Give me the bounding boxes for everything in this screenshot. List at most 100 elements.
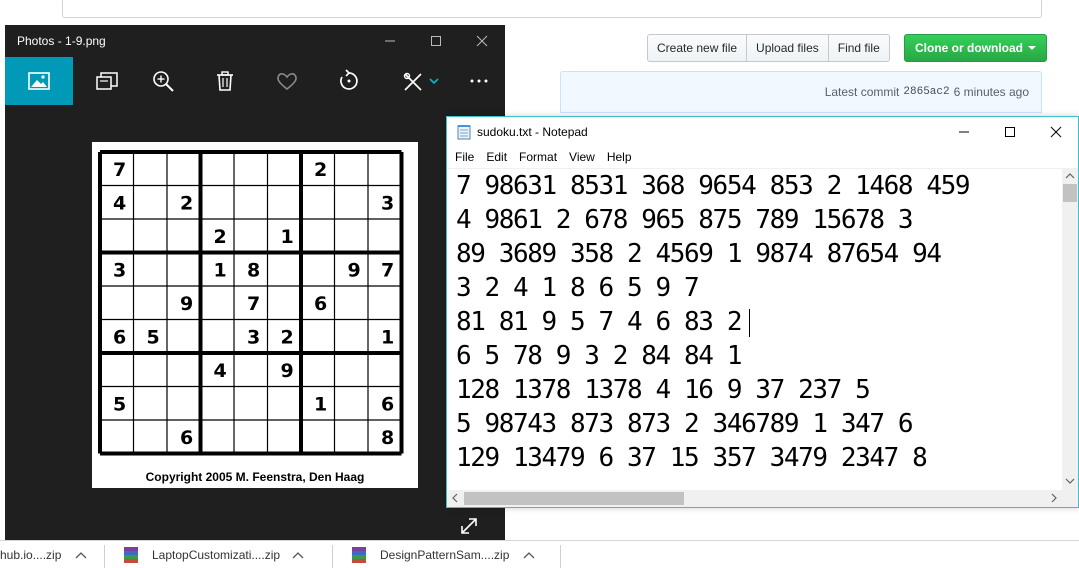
expand-icon [461,518,477,534]
download-separator [332,545,333,568]
text-line: 128 1378 1378 4 16 9 37 237 5 [456,375,871,405]
notepad-titlebar[interactable]: sudoku.txt - Notepad [447,117,1078,147]
notepad-close-button[interactable] [1033,117,1079,147]
notepad-minimize-button[interactable] [941,117,987,147]
sudoku-cell-value: 3 [381,193,394,215]
sudoku-cell-value: 8 [247,260,260,282]
chevron-up-icon[interactable] [292,551,304,559]
scroll-right-icon[interactable] [1047,490,1061,507]
caret-down-icon [1028,46,1036,50]
vertical-scrollbar[interactable] [1062,168,1078,490]
clone-download-button[interactable]: Clone or download [904,34,1047,62]
sudoku-cell-value: 6 [113,327,126,349]
zoom-button[interactable] [129,57,197,105]
scroll-left-icon[interactable] [448,490,462,507]
sudoku-cell-value: 7 [113,159,126,181]
sudoku-cell-value: 1 [214,260,227,282]
upload-files-button[interactable]: Upload files [746,34,829,62]
text-line: 6 5 78 9 3 2 84 84 1 [456,341,742,371]
sudoku-cell-value: 9 [180,293,193,315]
scroll-up-icon[interactable] [1062,169,1078,183]
sudoku-cell-value: 2 [180,193,193,215]
scrollbar-corner [1062,490,1078,507]
download-filename: DesignPatternSam....zip [380,548,510,562]
create-new-file-button[interactable]: Create new file [647,34,748,62]
notepad-window: sudoku.txt - Notepad File Edit Format Vi… [446,116,1079,508]
sudoku-cell-value: 2 [214,226,227,248]
favorite-button[interactable] [253,57,321,105]
rotate-button[interactable] [315,57,383,105]
commit-sha-link[interactable]: 2865ac2 [903,86,949,98]
fullscreen-button[interactable] [455,512,483,540]
delete-button[interactable] [191,57,259,105]
commit-time: 6 minutes ago [953,85,1029,99]
menu-file[interactable]: File [449,150,480,164]
photos-close-button[interactable] [459,25,505,57]
sudoku-cell-value: 6 [314,293,327,315]
chevron-up-icon[interactable] [523,551,535,559]
sudoku-cell-value: 1 [281,226,294,248]
menu-edit[interactable]: Edit [480,150,513,164]
text-line: 3 2 4 1 8 6 5 9 7 [456,273,700,303]
horizontal-scroll-thumb[interactable] [464,492,684,505]
maximize-icon [431,36,441,46]
sudoku-cell-value: 9 [281,360,294,382]
menu-help[interactable]: Help [601,150,638,164]
slideshow-icon [96,72,118,90]
more-icon [470,79,488,83]
horizontal-scrollbar[interactable] [447,490,1062,507]
download-item[interactable]: DesignPatternSam....zip [350,541,535,568]
sudoku-cell-value: 2 [281,327,294,349]
sudoku-cell-value: 8 [381,427,394,449]
text-line-current: 81 81 9 5 7 4 6 83 2 [447,305,1062,339]
close-icon [476,35,488,47]
sudoku-cell-value: 3 [113,260,126,282]
edit-create-button[interactable] [391,57,453,105]
zoom-icon [153,71,174,92]
vertical-scroll-thumb[interactable] [1063,184,1077,202]
sudoku-cell-value: 6 [381,394,394,416]
text-line: 7 98631 8531 368 9654 853 2 1468 459 [456,171,971,201]
photos-maximize-button[interactable] [413,25,459,57]
sudoku-cell-value: 6 [180,427,193,449]
view-image-button[interactable] [5,57,73,105]
sudoku-cell-value: 4 [113,193,126,215]
notepad-title: sudoku.txt - Notepad [477,125,588,139]
sudoku-cell-value: 5 [113,394,126,416]
download-separator [560,545,561,568]
close-icon [1050,126,1062,138]
photos-title: Photos - 1-9.png [17,34,106,48]
notepad-maximize-button[interactable] [987,117,1033,147]
file-actions-group: Create new file Upload files Find file [647,34,890,62]
photos-toolbar [5,57,505,105]
download-filename: hub.io....zip [0,548,62,562]
menu-view[interactable]: View [563,150,601,164]
latest-commit-label: Latest commit [824,85,900,99]
text-line: 4 9861 2 678 965 875 789 15678 3 [456,205,914,235]
text-line: 5 98743 873 873 2 346789 1 347 6 [456,409,914,439]
repo-stats-bar [62,0,1042,18]
image-icon [28,72,50,90]
more-options-button[interactable] [453,57,505,105]
download-item[interactable]: hub.io....zip [0,541,87,568]
notepad-app-icon [457,125,471,140]
archive-icon [352,547,366,563]
scroll-down-icon[interactable] [1062,474,1078,488]
notepad-text-area[interactable]: 7 98631 8531 368 9654 853 2 1468 459 4 9… [447,168,1062,490]
download-item[interactable]: LaptopCustomizati....zip [122,541,304,568]
sudoku-image: 7 2 4 2 3 2 1 3 1 8 9 7 9 7 6 6 5 3 2 1 4 9 5 1 6 6 8 Copyright 200… [92,142,418,488]
menu-format[interactable]: Format [513,150,563,164]
text-line-content: 81 81 9 5 7 4 6 83 2 [456,307,742,337]
chevron-up-icon[interactable] [75,551,87,559]
clone-download-label: Clone or download [915,41,1023,55]
rotate-icon [340,69,358,90]
photos-minimize-button[interactable] [367,25,413,57]
find-file-button[interactable]: Find file [827,34,890,62]
minimize-icon [385,40,395,42]
sudoku-cell-value: 5 [147,327,160,349]
edit-icon [403,72,439,91]
download-filename: LaptopCustomizati....zip [152,548,281,562]
photos-titlebar[interactable]: Photos - 1-9.png [5,25,505,57]
favorite-icon [277,73,297,91]
archive-icon [124,547,138,563]
